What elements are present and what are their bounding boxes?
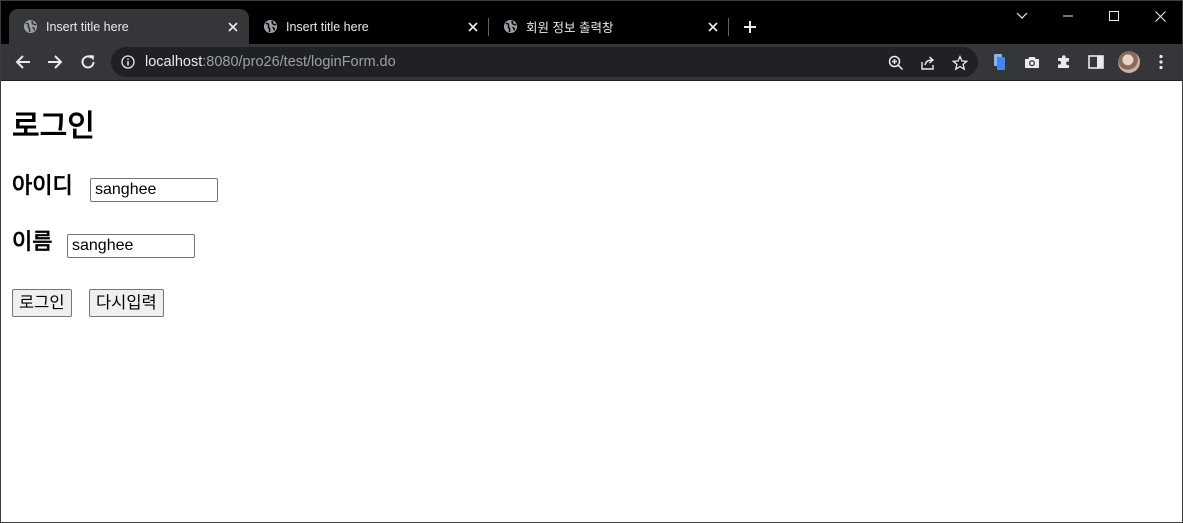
reset-button[interactable]: 다시입력 — [89, 289, 164, 317]
tab-title: Insert title here — [46, 19, 129, 34]
globe-icon — [262, 19, 278, 35]
chevron-down-icon[interactable] — [999, 1, 1045, 31]
minimize-icon[interactable] — [1045, 1, 1091, 31]
window-close-icon[interactable] — [1137, 1, 1183, 31]
tab-title: 회원 정보 출력창 — [526, 21, 614, 35]
tab-2[interactable]: Insert title here — [249, 9, 489, 44]
maximize-icon[interactable] — [1091, 1, 1137, 31]
close-icon[interactable] — [223, 17, 243, 37]
puzzle-icon[interactable] — [1055, 53, 1073, 71]
zoom-icon[interactable] — [887, 54, 905, 72]
url-host: localhost — [145, 54, 203, 70]
star-icon[interactable] — [951, 54, 969, 72]
tab-1[interactable]: Insert title here — [9, 9, 249, 44]
close-icon[interactable] — [703, 17, 723, 37]
page-content: 로그인 아이디 sanghee 이름 sanghee 로그인 다시입력 — [1, 81, 1182, 522]
close-icon[interactable] — [463, 17, 483, 37]
login-button[interactable]: 로그인 — [12, 289, 72, 317]
page-title: 로그인 — [12, 109, 95, 144]
camera-icon[interactable] — [1023, 53, 1041, 71]
back-icon[interactable] — [10, 49, 36, 75]
url-path: :8080/pro26/test/loginForm.do — [202, 54, 396, 70]
info-icon[interactable] — [120, 54, 136, 70]
browser-window: Insert title here Insert title here 회원 정… — [0, 0, 1183, 523]
forward-icon[interactable] — [42, 49, 68, 75]
kebab-menu-icon[interactable] — [1152, 53, 1170, 71]
tab-strip: Insert title here Insert title here 회원 정… — [1, 1, 1182, 44]
name-label: 이름 — [12, 230, 53, 255]
url-text[interactable]: localhost:8080/pro26/test/loginForm.do — [145, 54, 396, 70]
name-input[interactable]: sanghee — [67, 234, 195, 258]
globe-icon — [502, 19, 518, 35]
tab-3[interactable]: 회원 정보 출력창 — [489, 9, 729, 44]
reload-icon[interactable] — [75, 49, 101, 75]
globe-icon — [22, 19, 38, 35]
tab-separator — [728, 18, 729, 36]
plus-icon[interactable] — [739, 16, 761, 38]
browser-toolbar: localhost:8080/pro26/test/loginForm.do — [1, 44, 1182, 81]
address-bar[interactable]: localhost:8080/pro26/test/loginForm.do — [111, 47, 978, 77]
docs-icon[interactable] — [991, 53, 1009, 71]
id-input[interactable]: sanghee — [90, 178, 218, 202]
share-icon[interactable] — [919, 54, 937, 72]
id-label: 아이디 — [12, 174, 73, 199]
avatar[interactable] — [1118, 51, 1140, 73]
sidepanel-icon[interactable] — [1087, 53, 1105, 71]
tab-title: Insert title here — [286, 19, 369, 34]
